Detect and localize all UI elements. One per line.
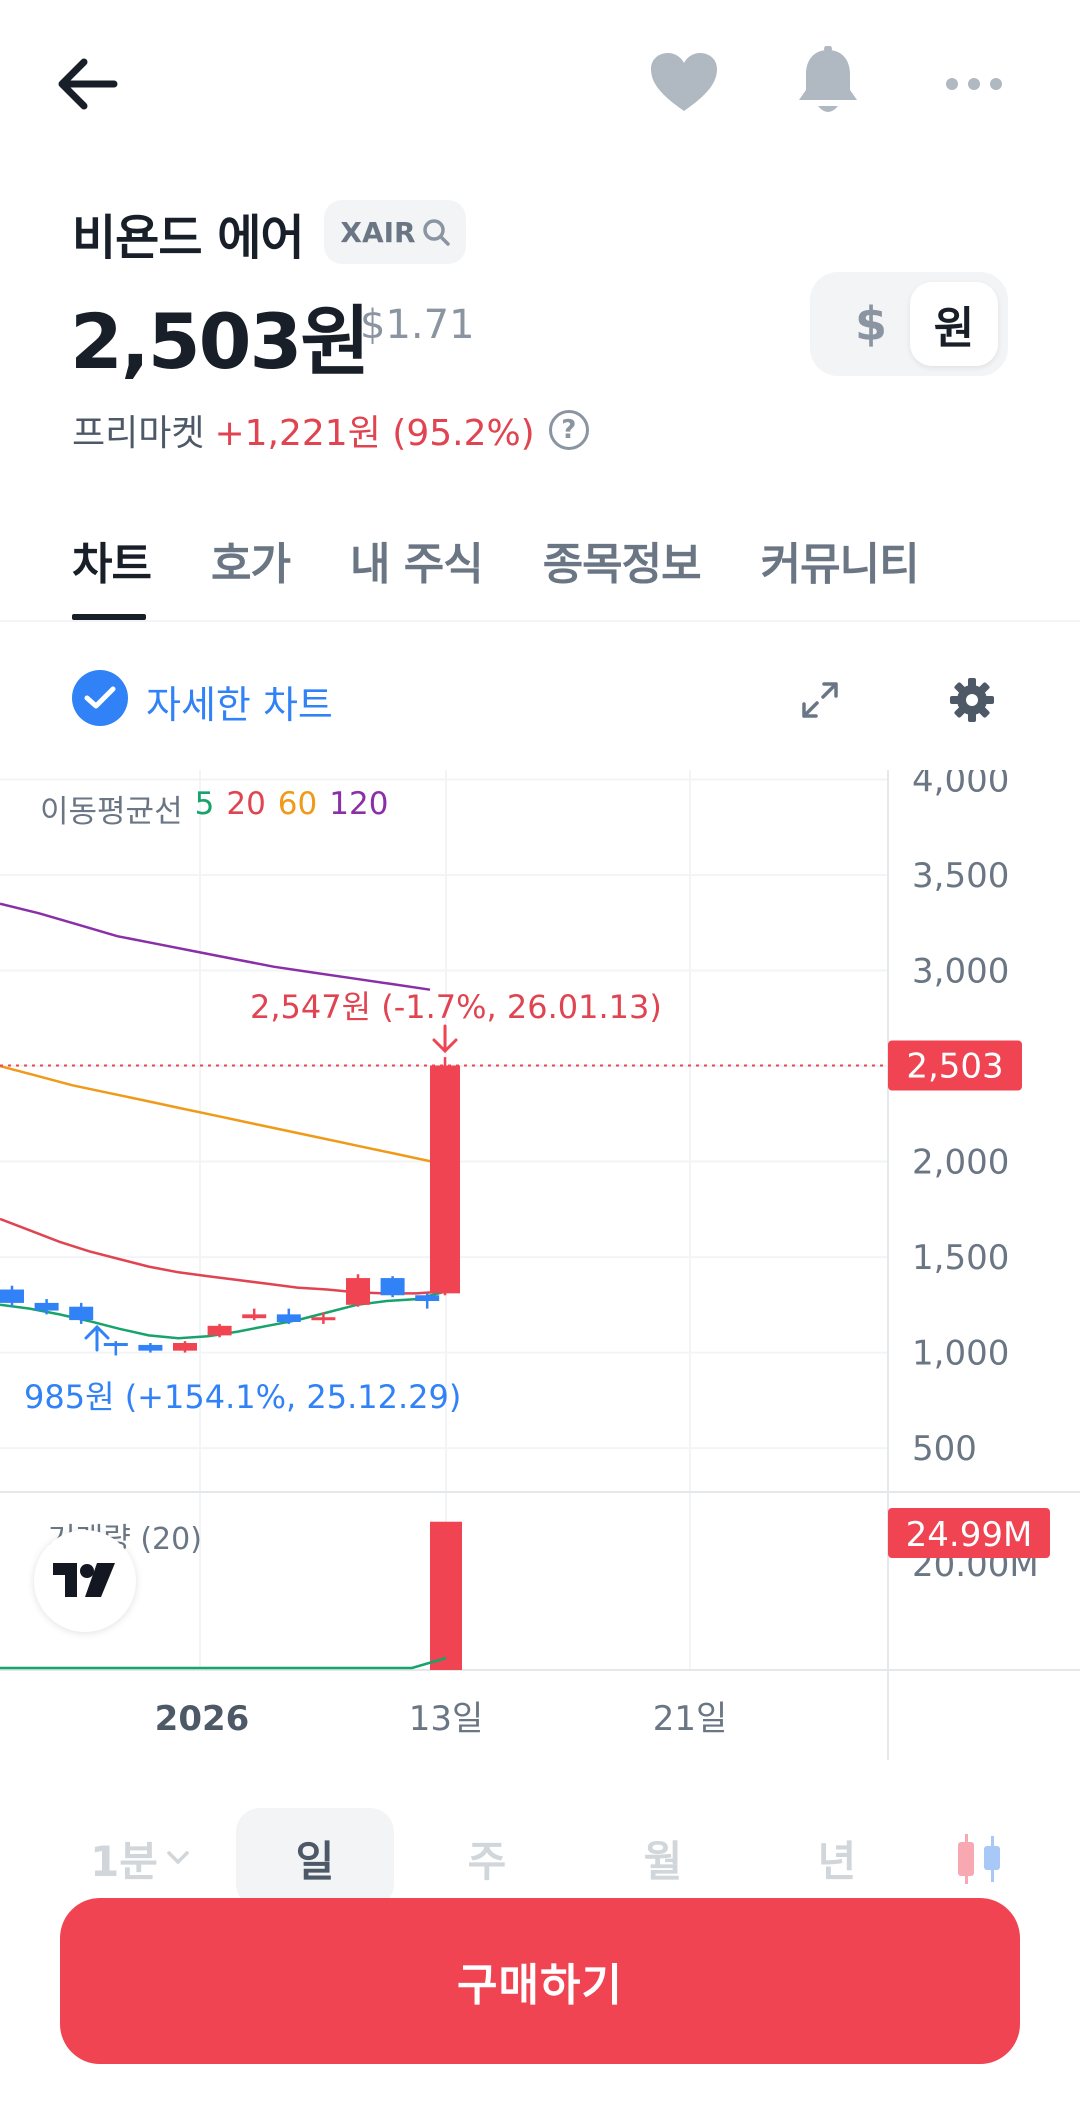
- y-tick-label: 3,000: [912, 952, 1009, 992]
- y-tick-label: 4,000: [912, 770, 1009, 801]
- candles: [0, 1057, 460, 1356]
- y-tick-label: 1,500: [912, 1238, 1009, 1278]
- low-annotation: 985원 (+154.1%, 25.12.29): [24, 1378, 461, 1416]
- low-arrow-icon: [84, 1324, 110, 1352]
- expand-icon: [802, 682, 838, 718]
- price-usd: $1.71: [360, 302, 475, 348]
- x-tick-label: 2026: [155, 1699, 250, 1739]
- period-selector: 1분 일 주 월 년: [0, 1808, 1080, 1908]
- period-minute-dropdown[interactable]: 1분: [70, 1808, 210, 1908]
- y-tick-label: 500: [912, 1429, 977, 1469]
- candle-body: [346, 1278, 370, 1305]
- tab-chart[interactable]: 차트: [72, 528, 152, 592]
- buy-button[interactable]: 구매하기: [60, 1898, 1020, 2064]
- candle-body: [138, 1344, 163, 1351]
- ma-legend-60: 60: [277, 786, 318, 822]
- currency-won-option[interactable]: 원: [910, 282, 998, 366]
- candle-body: [173, 1343, 197, 1351]
- more-button[interactable]: [934, 44, 1014, 124]
- current-price-tag-label: 2,503: [906, 1046, 1003, 1086]
- arrow-left-icon: [58, 58, 118, 110]
- tab-orderbook[interactable]: 호가: [211, 528, 291, 592]
- premarket-change: +1,221원 (95.2%): [214, 413, 535, 454]
- price-chart[interactable]: 4,0003,5003,0002,5002,0001,5001,00050020…: [0, 770, 1080, 1760]
- tradingview-icon: [53, 1563, 115, 1597]
- ma120-line: [0, 902, 431, 991]
- help-icon[interactable]: ?: [548, 410, 589, 450]
- candle-body: [103, 1343, 128, 1347]
- ma-legend-120: 120: [329, 786, 389, 822]
- gear-icon: [950, 678, 994, 722]
- candle-body: [69, 1306, 94, 1321]
- volume-bar: [430, 1521, 462, 1670]
- tradingview-logo[interactable]: [34, 1530, 136, 1632]
- ma-legend-5: 5: [194, 786, 215, 822]
- ticker-search-chip[interactable]: XAIR: [324, 200, 466, 264]
- candle-body: [242, 1314, 267, 1319]
- candle-body: [276, 1314, 301, 1323]
- candle-body: [311, 1317, 336, 1321]
- premarket-label: 프리마켓: [72, 413, 205, 454]
- alarm-button[interactable]: [788, 40, 868, 124]
- candle-body: [207, 1325, 232, 1336]
- candle-body: [380, 1278, 405, 1296]
- more-dots-icon: [946, 78, 1002, 90]
- candle-body: [34, 1302, 59, 1311]
- currency-toggle[interactable]: $ 원: [810, 272, 1008, 376]
- ticker-label: XAIR: [340, 215, 416, 249]
- ma-legend-20: 20: [226, 786, 266, 822]
- ma60-line: [0, 1064, 433, 1163]
- bell-icon: [799, 46, 857, 112]
- high-annotation: 2,547원 (-1.7%, 26.01.13): [250, 988, 662, 1026]
- period-week[interactable]: 주: [412, 1808, 562, 1908]
- heart-icon: [651, 53, 717, 111]
- period-month[interactable]: 월: [588, 1808, 738, 1908]
- favorite-button[interactable]: [644, 42, 724, 122]
- back-button[interactable]: [48, 44, 128, 124]
- check-icon: [84, 686, 116, 709]
- search-icon: [422, 219, 450, 246]
- current-price: 2,503원: [70, 297, 370, 386]
- y-tick-label: 3,500: [912, 856, 1009, 896]
- expand-chart-button[interactable]: [792, 672, 848, 728]
- stock-name: 비욘드 에어: [72, 210, 305, 266]
- tab-bar: 차트 호가 내 주식 종목정보 커뮤니티: [72, 528, 979, 592]
- currency-dollar-option[interactable]: $: [830, 290, 912, 358]
- high-arrow-icon: [432, 1024, 458, 1054]
- chart-settings-button[interactable]: [944, 672, 1000, 728]
- tab-community[interactable]: 커뮤니티: [761, 528, 920, 592]
- y-tick-label: 2,000: [912, 1143, 1009, 1183]
- ma-legend-label: 이동평균선: [40, 794, 183, 830]
- detailed-chart-label[interactable]: 자세한 차트: [146, 674, 333, 729]
- period-minute-label: 1분: [90, 1836, 158, 1886]
- detailed-chart-checkbox[interactable]: [72, 670, 128, 726]
- tab-stock-info[interactable]: 종목정보: [543, 528, 702, 592]
- volume-current-label: 24.99M: [906, 1515, 1033, 1555]
- period-day[interactable]: 일: [236, 1808, 394, 1908]
- x-tick-label: 13일: [409, 1699, 484, 1739]
- ma-legend: 이동평균선 5 20 60 120: [40, 786, 388, 831]
- candlestick-icon: [958, 1834, 1000, 1884]
- volume-ma-line: [0, 1656, 447, 1670]
- y-tick-label: 1,000: [912, 1334, 1009, 1374]
- x-tick-label: 21일: [653, 1699, 728, 1739]
- period-year[interactable]: 년: [762, 1808, 912, 1908]
- premarket-row: 프리마켓 +1,221원 (95.2%) ?: [72, 404, 589, 456]
- candle-body: [0, 1289, 24, 1303]
- candle-body: [430, 1065, 460, 1294]
- chart-type-button[interactable]: [930, 1808, 1030, 1908]
- chevron-down-icon: [167, 1851, 189, 1865]
- candle-body: [415, 1295, 440, 1301]
- tab-my-stock[interactable]: 내 주식: [350, 528, 484, 592]
- tab-divider: [0, 620, 1080, 622]
